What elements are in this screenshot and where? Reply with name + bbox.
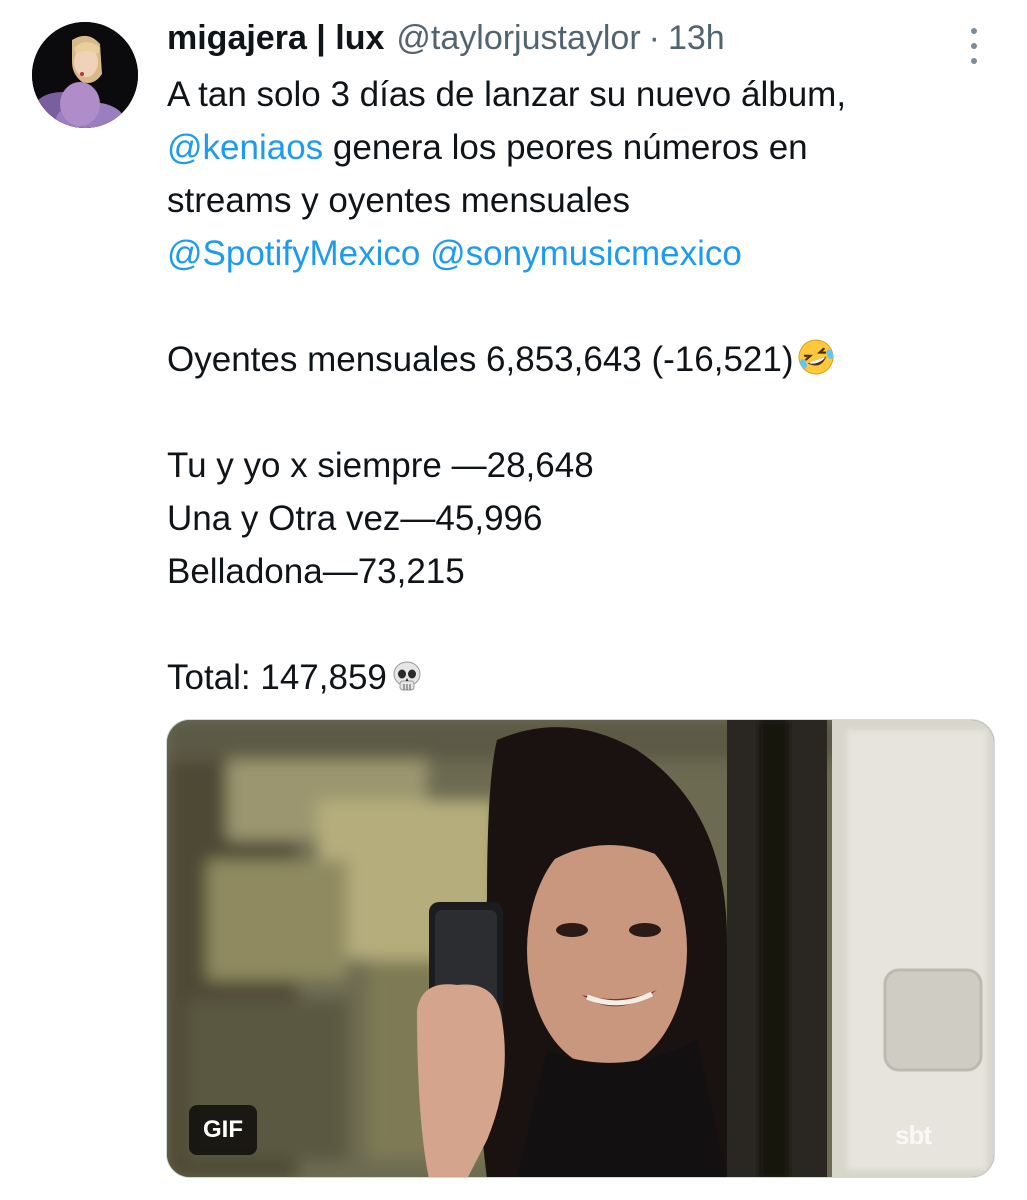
author-handle[interactable]: @taylorjustaylor [396,14,640,62]
gif-badge[interactable]: GIF [189,1105,257,1155]
text-line: Total: 147,859 [167,651,997,704]
sbt-watermark: sbt [895,1120,932,1150]
text-line: A tan solo 3 días de lanzar su nuevo álb… [167,75,847,114]
tweet-text: A tan solo 3 días de lanzar su nuevo álb… [167,68,997,704]
song-line: Tu y yo x siempre —28,648 [167,446,594,485]
vertical-ellipsis-icon[interactable] [962,24,986,68]
total-text: Total: 147,859 [167,658,387,697]
author-avatar[interactable] [32,22,138,128]
mention-link[interactable]: @keniaos [167,128,323,167]
mention-link[interactable]: @SpotifyMexico [167,234,420,273]
author-display-name[interactable]: migajera | lux [167,14,384,62]
song-line: Una y Otra vez—45,996 [167,499,543,538]
skull-emoji-icon [389,657,425,710]
more-dot [971,28,977,34]
text-segment: genera los peores números en [323,128,808,167]
listeners-text: Oyentes mensuales 6,853,643 (-16,521) [167,340,794,379]
more-dot [971,58,977,64]
text-line: Oyentes mensuales 6,853,643 (-16,521) [167,333,997,386]
mention-link[interactable]: @sonymusicmexico [430,234,742,273]
song-line: Belladona—73,215 [167,552,465,591]
text-line: @keniaos genera los peores números en [167,121,997,174]
separator-dot: · [648,19,660,57]
text-line: streams y oyentes mensuales [167,181,630,220]
gif-media[interactable]: GIF sbt [166,719,995,1178]
text-line: @SpotifyMexico @sonymusicmexico [167,227,997,280]
tweet-timestamp[interactable]: 13h [668,14,725,62]
rolling-on-floor-laughing-emoji-icon [796,337,836,392]
tweet-header: migajera | lux @taylorjustaylor · 13h [167,14,725,62]
more-dot [971,43,977,49]
